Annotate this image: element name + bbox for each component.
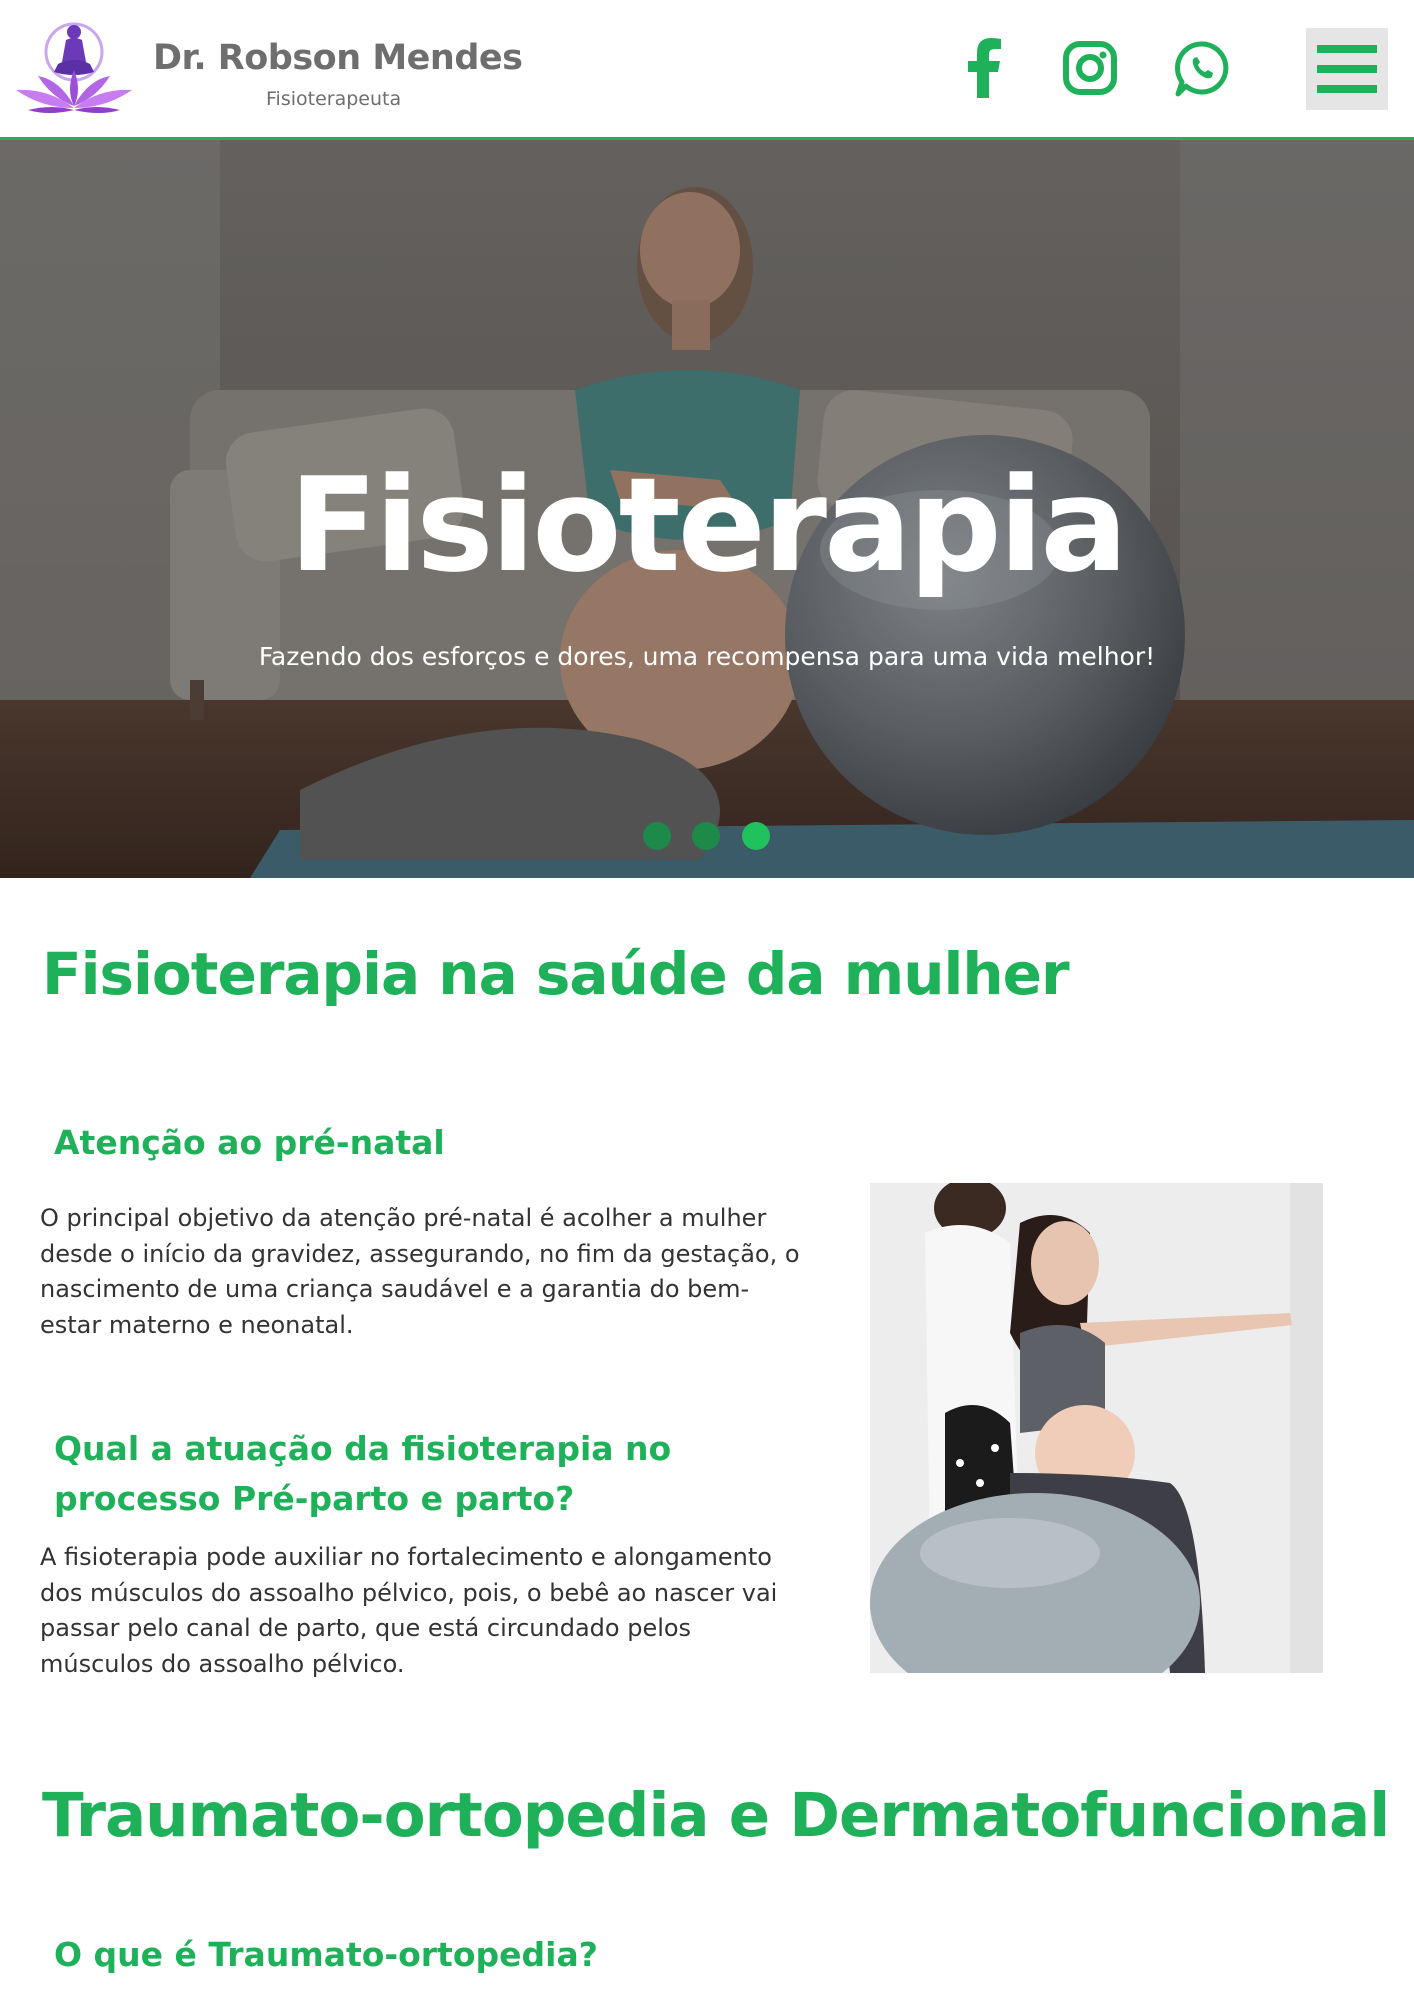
- carousel-dot-2[interactable]: [692, 822, 720, 850]
- carousel-dot-3-active[interactable]: [742, 822, 770, 850]
- facebook-link[interactable]: [955, 36, 1015, 100]
- prenatal-exercise-photo: [870, 1183, 1323, 1673]
- pregnant-woman-ball-image: [870, 1183, 1323, 1673]
- site-header: Dr. Robson Mendes Fisioterapeuta: [0, 0, 1414, 140]
- prenatal-text: O principal objetivo da atenção pré-nata…: [40, 1204, 800, 1339]
- whatsapp-link[interactable]: [1172, 36, 1232, 100]
- physio-role-text: A fisioterapia pode auxiliar no fortalec…: [40, 1543, 778, 1678]
- orthopedics-question-heading: O que é Traumato-ortopedia?: [54, 1935, 598, 1974]
- instagram-link[interactable]: [1060, 36, 1120, 100]
- carousel-dot-1[interactable]: [643, 822, 671, 850]
- physio-role-heading: Qual a atuação da fisioterapia no proces…: [54, 1429, 672, 1518]
- instagram-icon: [1063, 41, 1117, 95]
- section-title-womens-health: Fisioterapia na saúde da mulher: [42, 940, 1070, 1008]
- hamburger-menu-button[interactable]: [1306, 28, 1388, 110]
- section-title-orthopedics: Traumato-ortopedia e Dermatofuncional: [42, 1780, 1390, 1851]
- prenatal-heading: Atenção ao pré-natal: [54, 1123, 445, 1162]
- hero-carousel[interactable]: Fisioterapia Fazendo dos esforços e dore…: [0, 140, 1414, 878]
- hero-subtitle: Fazendo dos esforços e dores, uma recomp…: [258, 642, 1156, 671]
- brand-name[interactable]: Dr. Robson Mendes: [153, 38, 523, 78]
- hamburger-menu-icon: [1317, 45, 1377, 53]
- whatsapp-icon: [1174, 41, 1229, 97]
- hero-title: Fisioterapia: [288, 449, 1128, 601]
- lotus-meditation-logo[interactable]: [8, 10, 146, 118]
- brand-subtitle: Fisioterapeuta: [266, 88, 402, 110]
- facebook-icon: [968, 38, 1001, 98]
